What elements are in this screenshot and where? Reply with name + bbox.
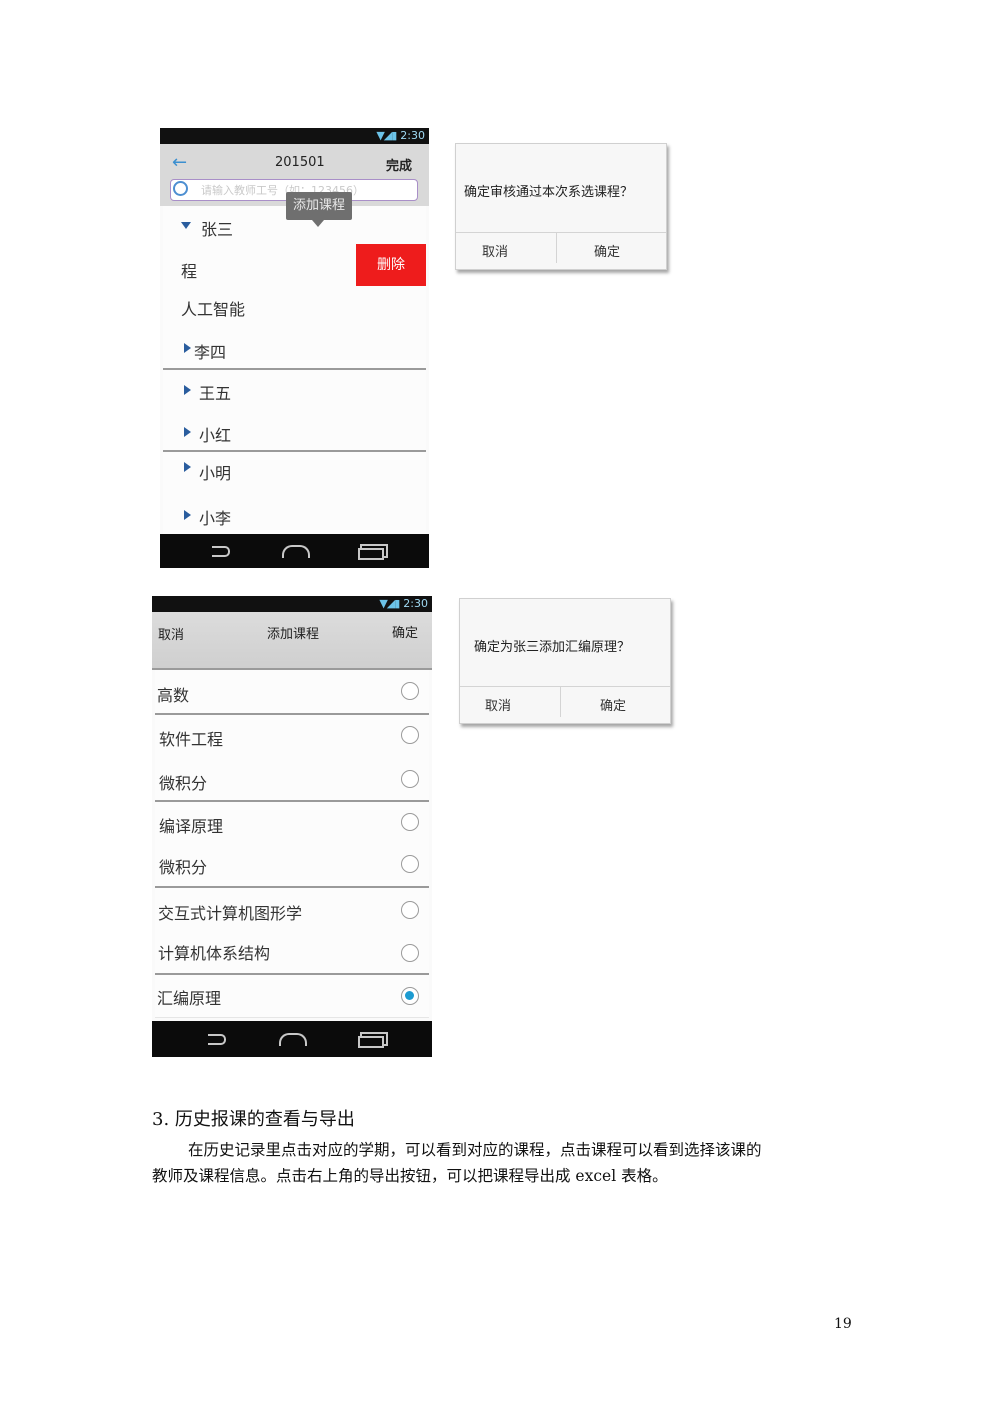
course-name: 微积分 bbox=[159, 774, 208, 793]
teacher-row-wangwu[interactable]: 王五 bbox=[163, 370, 426, 411]
nav-back-icon[interactable] bbox=[208, 1034, 226, 1045]
delete-label: 删除 bbox=[377, 257, 405, 273]
page-title: 添加课程 bbox=[267, 627, 320, 642]
app-header: 取消 添加课程 确定 bbox=[152, 612, 432, 668]
status-bar: ▼◢▮ 2:30 bbox=[152, 596, 432, 612]
add-course-tooltip[interactable]: 添加课程 bbox=[286, 192, 352, 220]
cancel-button[interactable]: 取消 bbox=[482, 241, 508, 260]
dialog-message: 确定审核通过本次系选课程？ bbox=[464, 185, 634, 200]
teacher-name: 小明 bbox=[199, 464, 232, 483]
radio-button-selected[interactable] bbox=[401, 987, 419, 1005]
back-arrow-icon[interactable]: ← bbox=[172, 152, 187, 173]
android-nav-bar bbox=[160, 534, 429, 568]
nav-home-icon[interactable] bbox=[279, 1033, 307, 1046]
paragraph-line-1: 在历史记录里点击对应的学期，可以看到对应的课程，点击课程可以看到选择该课的 bbox=[188, 1141, 762, 1159]
course-name: 程 bbox=[181, 262, 198, 281]
teacher-name: 小李 bbox=[199, 509, 232, 528]
teacher-row-xiaoming[interactable]: 小明 bbox=[163, 452, 426, 493]
course-row-swiped[interactable]: 程 删除 bbox=[163, 244, 426, 287]
nav-recent-icon[interactable] bbox=[358, 548, 384, 560]
collapse-arrow-icon bbox=[184, 427, 191, 437]
nav-recent-icon[interactable] bbox=[358, 1036, 384, 1048]
paragraph-line-2: 教师及课程信息。点击右上角的导出按钮，可以把课程导出成 excel 表格。 bbox=[152, 1167, 668, 1185]
dialog-button-divider bbox=[560, 687, 561, 717]
confirm-button[interactable]: 确定 bbox=[594, 241, 620, 260]
approve-dialog: 确定审核通过本次系选课程？ 取消 确定 bbox=[455, 143, 667, 270]
course-option[interactable]: 软件工程 bbox=[155, 715, 429, 759]
confirm-button[interactable]: 确定 bbox=[392, 622, 418, 641]
course-name: 微积分 bbox=[159, 858, 208, 877]
radio-button[interactable] bbox=[401, 770, 419, 788]
android-nav-bar bbox=[152, 1021, 432, 1057]
radio-button[interactable] bbox=[401, 726, 419, 744]
status-bar: ▼◢▮ 2:30 bbox=[160, 128, 429, 144]
teacher-name: 张三 bbox=[201, 220, 234, 239]
teacher-name: 李四 bbox=[194, 343, 227, 362]
teacher-name: 王五 bbox=[199, 384, 232, 403]
semester-title: 201501 bbox=[275, 155, 325, 170]
dialog-message: 确定为张三添加汇编原理？ bbox=[474, 640, 631, 655]
cancel-button[interactable]: 取消 bbox=[485, 695, 511, 714]
radio-button[interactable] bbox=[401, 813, 419, 831]
nav-back-icon[interactable] bbox=[212, 546, 230, 557]
dialog-button-divider bbox=[556, 233, 557, 263]
course-option[interactable]: 高数 bbox=[155, 670, 429, 714]
tooltip-pointer bbox=[312, 220, 324, 227]
phone-mockup-add-course: ▼◢▮2:30 取消 添加课程 确定 高数 软件工程 微积分 编译原理 微积分 bbox=[152, 596, 432, 1057]
confirm-button[interactable]: 确定 bbox=[600, 695, 626, 714]
dialog-divider bbox=[460, 686, 670, 687]
course-option-selected[interactable]: 汇编原理 bbox=[155, 975, 429, 1018]
course-name: 计算机体系结构 bbox=[158, 944, 271, 963]
teacher-row-xiaoli[interactable]: 小李 bbox=[163, 492, 426, 536]
collapse-arrow-icon bbox=[184, 462, 191, 472]
dialog-divider bbox=[456, 232, 666, 233]
signal-battery-icon: ▼◢▮ bbox=[376, 129, 397, 142]
delete-button[interactable]: 删除 bbox=[356, 244, 426, 286]
course-option[interactable]: 编译原理 bbox=[155, 802, 429, 845]
course-name: 人工智能 bbox=[181, 300, 246, 319]
status-time: 2:30 bbox=[403, 597, 428, 610]
course-name: 交互式计算机图形学 bbox=[158, 904, 303, 923]
teacher-row-xiaohong[interactable]: 小红 bbox=[163, 410, 426, 451]
radio-button[interactable] bbox=[401, 901, 419, 919]
course-name: 汇编原理 bbox=[157, 989, 222, 1008]
collapse-arrow-icon bbox=[184, 510, 191, 520]
course-name: 软件工程 bbox=[159, 730, 224, 749]
signal-battery-icon: ▼◢▮ bbox=[379, 597, 400, 610]
course-name: 高数 bbox=[157, 686, 190, 705]
search-icon bbox=[173, 181, 188, 196]
expand-arrow-icon bbox=[181, 222, 191, 229]
section-heading: 3. 历史报课的查看与导出 bbox=[152, 1109, 355, 1130]
status-time: 2:30 bbox=[400, 129, 425, 142]
page-number: 19 bbox=[834, 1316, 852, 1332]
tooltip-label: 添加课程 bbox=[292, 198, 345, 213]
confirm-add-dialog: 确定为张三添加汇编原理？ 取消 确定 bbox=[459, 598, 671, 724]
course-option[interactable]: 交互式计算机图形学 bbox=[155, 888, 429, 931]
collapse-arrow-icon bbox=[184, 385, 191, 395]
radio-button[interactable] bbox=[401, 855, 419, 873]
teacher-name: 小红 bbox=[199, 426, 232, 445]
course-row-ai[interactable]: 人工智能 bbox=[163, 286, 426, 329]
course-option[interactable]: 微积分 bbox=[155, 844, 429, 887]
radio-button[interactable] bbox=[401, 944, 419, 962]
done-button[interactable]: 完成 bbox=[386, 155, 412, 174]
cancel-button[interactable]: 取消 bbox=[158, 624, 184, 643]
collapse-arrow-icon bbox=[184, 343, 191, 353]
course-option[interactable]: 微积分 bbox=[155, 758, 429, 801]
phone-mockup-teacher-list: ▼◢▮ 2:30 ← 201501 完成 请输入教师工号（如：123456） 张三… bbox=[160, 128, 429, 568]
nav-home-icon[interactable] bbox=[282, 545, 310, 558]
course-name: 编译原理 bbox=[159, 817, 224, 836]
teacher-row-lisi[interactable]: 李四 bbox=[163, 328, 426, 369]
radio-button[interactable] bbox=[401, 682, 419, 700]
course-option[interactable]: 计算机体系结构 bbox=[155, 930, 429, 974]
